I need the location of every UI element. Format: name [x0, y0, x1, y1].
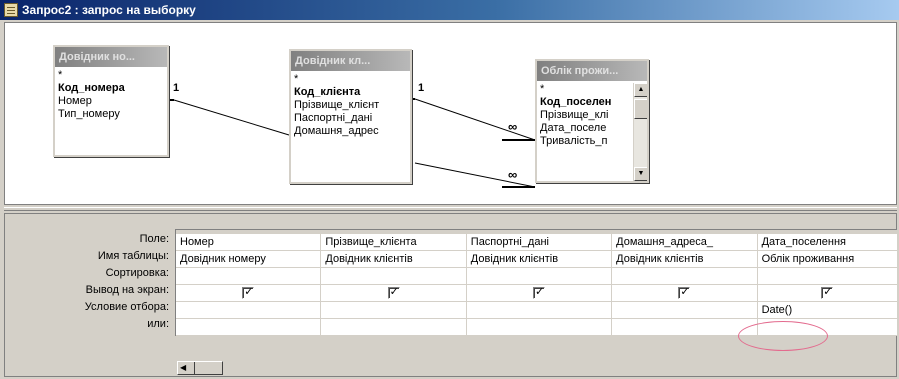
row-label-criteria: Условие отбора: [84, 301, 169, 313]
grid-cell-sort[interactable] [467, 268, 613, 284]
join-label-many: ∞ [508, 119, 518, 134]
table-field[interactable]: Прізвище_клієнт [291, 99, 410, 112]
table-field-key[interactable]: Код_номера [55, 82, 167, 95]
query-design-grid-pane[interactable]: Поле: Имя таблицы: Сортировка: Вывод на … [4, 213, 897, 377]
row-label-field: Поле: [139, 233, 169, 245]
grid-cell-table[interactable]: Довідник клієнтів [321, 251, 467, 267]
show-checkbox[interactable]: ✓ [821, 286, 834, 300]
table-field[interactable]: * [55, 69, 167, 82]
show-checkbox[interactable]: ✓ [678, 286, 691, 300]
pane-splitter[interactable] [4, 207, 897, 211]
table-dovidnyk-nomeru[interactable]: Довідник но... * Код_номера Номер Тип_но… [53, 45, 169, 157]
show-checkbox[interactable]: ✓ [387, 286, 400, 300]
join-line-nomer-client [173, 99, 290, 136]
grid-row-table: Довідник номеру Довідник клієнтів Довідн… [176, 251, 897, 268]
checkmark-icon: ✓ [244, 286, 254, 299]
row-label-table: Имя таблицы: [97, 250, 169, 262]
table-title[interactable]: Облік прожи... [537, 61, 647, 81]
grid-cell-criteria-date[interactable]: Date() [758, 302, 897, 318]
grid-row-criteria: Date() [176, 302, 897, 319]
grid-cell-or[interactable] [176, 319, 322, 335]
row-label-show: Вывод на экран: [85, 284, 169, 296]
table-field-key[interactable]: Код_поселен [537, 96, 633, 109]
grid-cell-show[interactable]: ✓ [321, 285, 467, 301]
table-field[interactable]: Домашня_адрес [291, 125, 410, 138]
grid-cell-field[interactable]: Номер [176, 234, 322, 250]
table-field[interactable]: Номер [55, 95, 167, 108]
table-dovidnyk-klientiv[interactable]: Довідник кл... * Код_клієнта Прізвище_кл… [289, 49, 412, 184]
grid-row-field: Номер Прізвище_клієнта Паспортні_дані До… [176, 234, 897, 251]
window-title: Запрос2 : запрос на выборку [22, 3, 196, 17]
table-title[interactable]: Довідник кл... [291, 51, 410, 71]
grid-cell-or[interactable] [467, 319, 613, 335]
grid-cell-table[interactable]: Облік проживання [758, 251, 897, 267]
scroll-thumb[interactable] [194, 362, 208, 374]
table-field[interactable]: Паспортні_дані [291, 112, 410, 125]
grid-cell-table[interactable]: Довідник клієнтів [612, 251, 758, 267]
grid-row-sort [176, 268, 897, 285]
grid-cell-or[interactable] [612, 319, 758, 335]
grid-cell-criteria[interactable] [612, 302, 758, 318]
scroll-thumb[interactable] [634, 99, 647, 119]
grid-cell-or[interactable] [321, 319, 467, 335]
checkmark-icon: ✓ [534, 286, 545, 299]
grid-cell-sort[interactable] [321, 268, 467, 284]
show-checkbox[interactable]: ✓ [242, 286, 255, 300]
row-label-or: или: [147, 318, 169, 330]
grid-horizontal-scrollbar[interactable]: ◀ [177, 361, 223, 375]
query-window: Запрос2 : запрос на выборку 1 1 ∞ ∞ Дові… [0, 0, 899, 379]
query-grid[interactable]: Номер Прізвище_клієнта Паспортні_дані До… [175, 229, 897, 336]
table-field[interactable]: Прізвище_клі [537, 109, 633, 122]
grid-cell-criteria[interactable] [176, 302, 322, 318]
scroll-down-arrow-icon[interactable]: ▼ [634, 167, 647, 181]
grid-cell-show[interactable]: ✓ [612, 285, 758, 301]
grid-cell-field[interactable]: Прізвище_клієнта [321, 234, 467, 250]
grid-cell-show[interactable]: ✓ [176, 285, 322, 301]
grid-cell-sort[interactable] [612, 268, 758, 284]
table-oblik-prozhyvannia[interactable]: Облік прожи... * Код_поселен Прізвище_кл… [535, 59, 649, 183]
grid-cell-field[interactable]: Паспортні_дані [467, 234, 613, 250]
table-diagram-pane[interactable]: 1 1 ∞ ∞ Довідник но... * Код_номера Номе… [4, 22, 897, 205]
criteria-highlight-oval [738, 321, 828, 351]
grid-cell-show[interactable]: ✓ [758, 285, 897, 301]
table-field[interactable]: Дата_поселе [537, 122, 633, 135]
row-label-sort: Сортировка: [105, 267, 169, 279]
join-label-one: 1 [418, 82, 425, 94]
checkmark-icon: ✓ [389, 286, 399, 299]
checkmark-icon: ✓ [680, 286, 690, 299]
grid-cell-criteria[interactable] [467, 302, 613, 318]
table-vertical-scrollbar[interactable]: ▲ ▼ [633, 83, 647, 181]
grid-cell-sort[interactable] [758, 268, 897, 284]
grid-row-labels: Поле: Имя таблицы: Сортировка: Вывод на … [5, 231, 173, 333]
grid-cell-table[interactable]: Довідник клієнтів [467, 251, 613, 267]
scroll-left-arrow-icon[interactable]: ◀ [180, 363, 186, 372]
checkmark-icon: ✓ [823, 286, 833, 299]
table-field[interactable]: * [291, 73, 410, 86]
table-field[interactable]: * [537, 83, 633, 96]
show-checkbox[interactable]: ✓ [532, 286, 545, 300]
grid-cell-criteria[interactable] [321, 302, 467, 318]
grid-row-show: ✓ ✓ ✓ ✓ ✓ [176, 285, 897, 302]
scroll-up-arrow-icon[interactable]: ▲ [634, 83, 647, 97]
join-label-many: ∞ [508, 167, 518, 182]
grid-cell-show[interactable]: ✓ [467, 285, 613, 301]
table-title[interactable]: Довідник но... [55, 47, 167, 67]
join-label-one: 1 [173, 82, 180, 94]
window-titlebar[interactable]: Запрос2 : запрос на выборку [0, 0, 899, 20]
grid-cell-table[interactable]: Довідник номеру [176, 251, 322, 267]
table-field-key[interactable]: Код_клієнта [291, 86, 410, 99]
grid-cell-field[interactable]: Домашня_адреса_ [612, 234, 758, 250]
table-field[interactable]: Тип_номеру [55, 108, 167, 121]
grid-cell-sort[interactable] [176, 268, 322, 284]
query-window-icon [4, 3, 18, 17]
table-field[interactable]: Тривалість_п [537, 135, 633, 148]
grid-cell-field[interactable]: Дата_поселення [758, 234, 897, 250]
